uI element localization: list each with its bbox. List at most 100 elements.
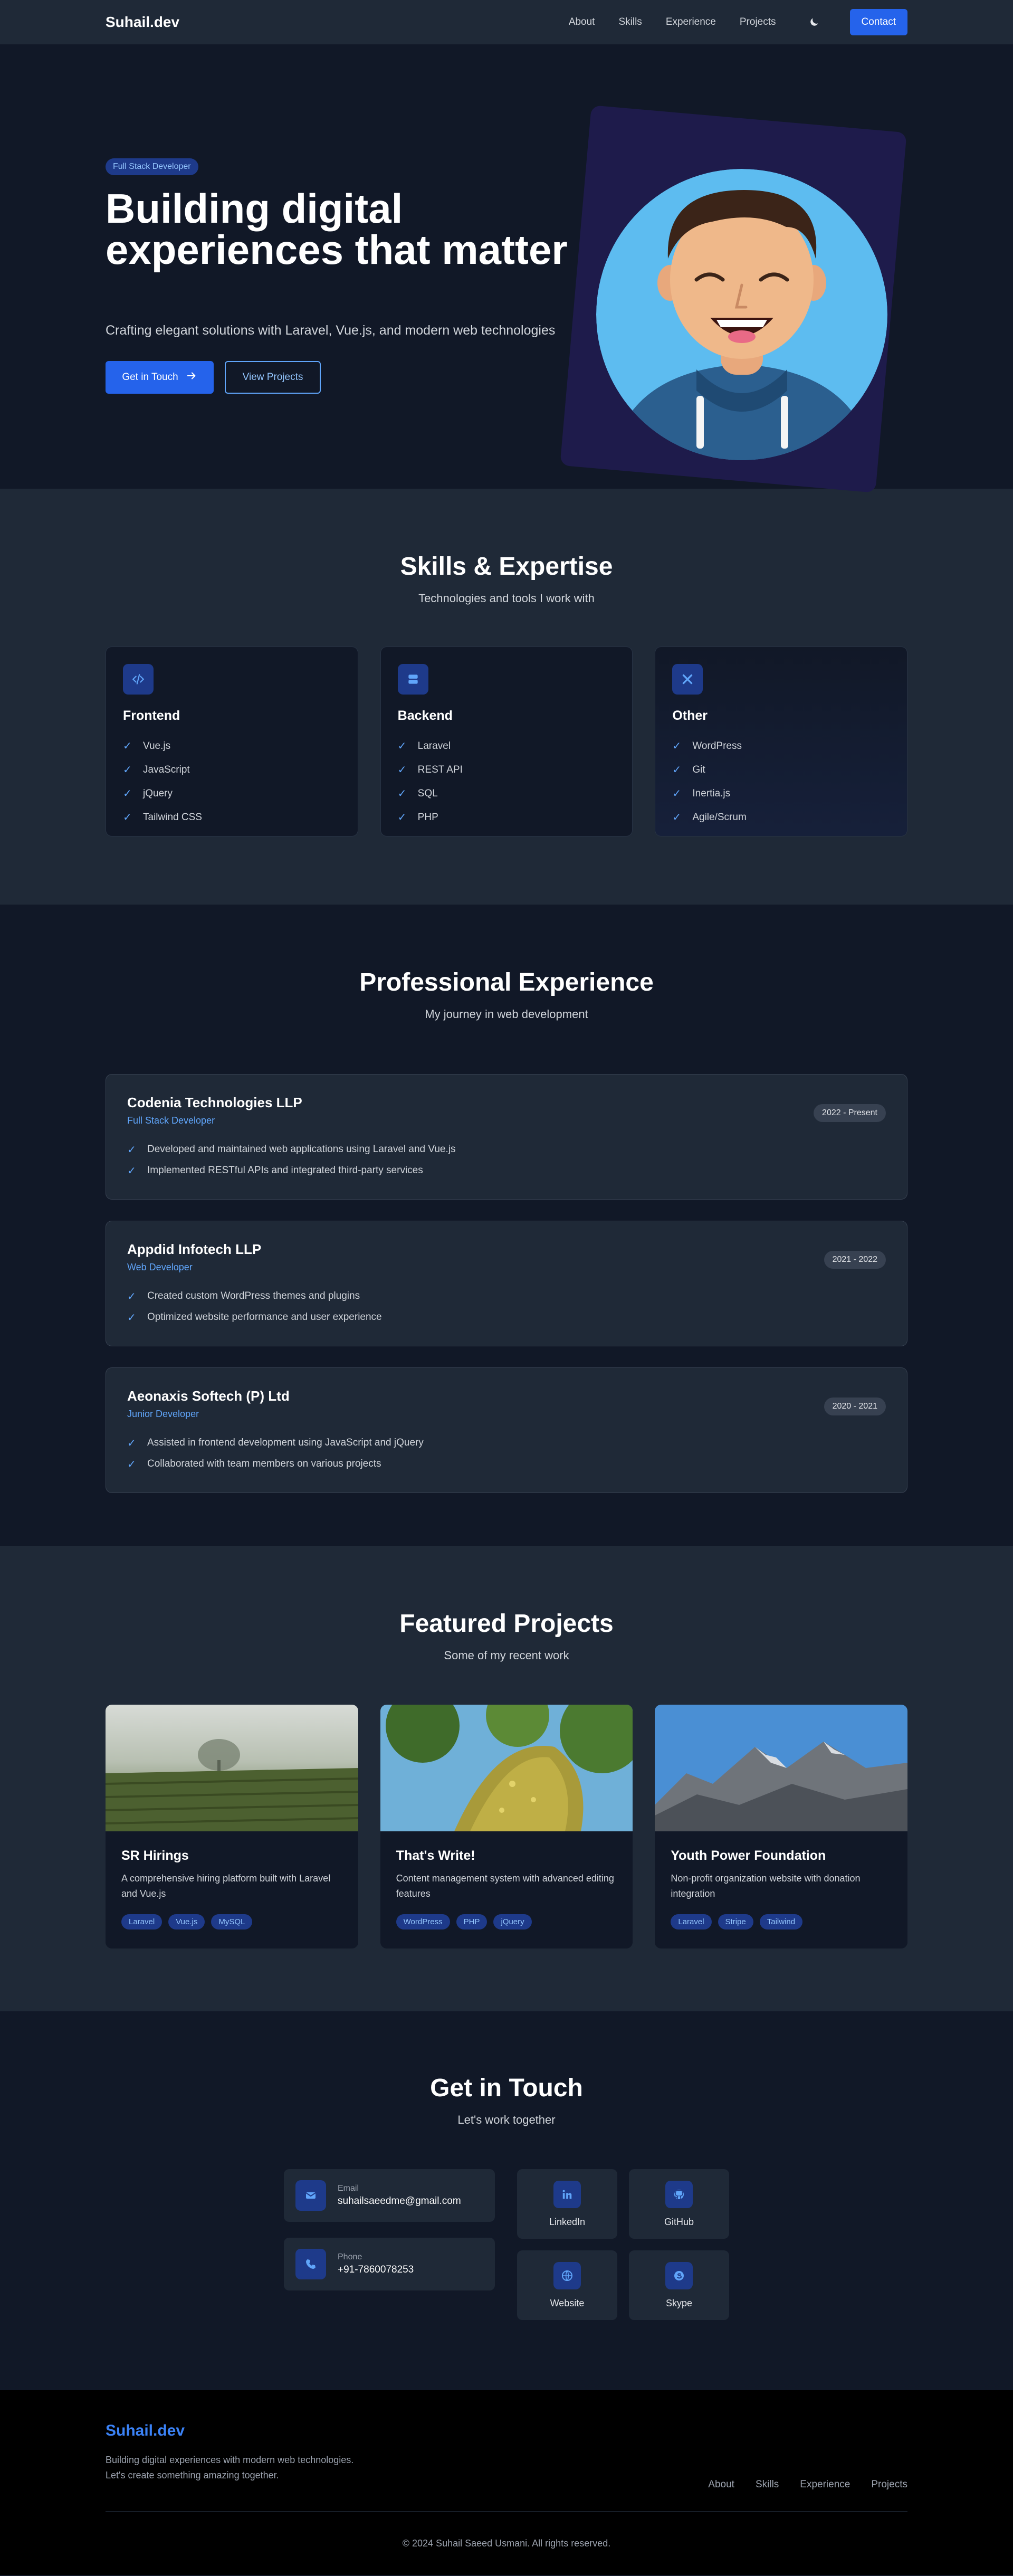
project-card[interactable]: That's Write! Content management system … [380,1705,633,1948]
project-title: That's Write! [396,1848,475,1863]
list-item: ✓ Tailwind CSS [123,805,341,829]
experience-points: ✓ Assisted in frontend development using … [127,1432,886,1475]
project-body: That's Write! Content management system … [380,1831,633,1946]
project-card[interactable]: SR Hirings A comprehensive hiring platfo… [106,1705,358,1948]
list-item: ✓ PHP [398,805,616,829]
get-in-touch-label: Get in Touch [122,372,178,383]
contact-button[interactable]: Contact [849,9,907,35]
project-body: Youth Power Foundation Non-profit organi… [655,1831,907,1946]
tag: jQuery [493,1914,532,1929]
tag: MySQL [211,1914,253,1929]
list-item: ✓ Agile/Scrum [672,805,890,829]
footer-link-skills[interactable]: Skills [756,2479,779,2511]
experience-subtitle: My journey in web development [425,1007,588,1021]
social-label: Website [550,2297,585,2308]
experience-title: Professional Experience [359,968,654,996]
experience-card: Appdid Infotech LLP Web Developer 2021 -… [106,1221,907,1346]
skill-title: Other [672,708,708,723]
skill-label: jQuery [143,787,173,799]
footer-link-about[interactable]: About [708,2479,734,2511]
period-badge: 2022 - Present [814,1104,886,1122]
skill-label: SQL [417,787,438,799]
view-projects-button[interactable]: View Projects [225,361,321,394]
skill-label: WordPress [692,740,742,752]
linkedin-link[interactable]: LinkedIn [517,2169,617,2239]
point-text: Optimized website performance and user e… [147,1311,382,1323]
project-body: SR Hirings A comprehensive hiring platfo… [106,1831,358,1946]
contact-title: Get in Touch [430,2074,583,2102]
github-link[interactable]: GitHub [629,2169,729,2239]
get-in-touch-button[interactable]: Get in Touch [106,361,214,394]
check-icon: ✓ [127,1290,136,1303]
moon-icon[interactable] [808,16,820,28]
phone-value[interactable]: +91-7860078253 [338,2264,414,2276]
check-icon: ✓ [123,788,132,800]
projects-section: Featured Projects Some of my recent work… [0,1546,1013,2011]
list-item: ✓ jQuery [123,782,341,805]
check-icon: ✓ [127,1144,136,1156]
list-item: ✓ Assisted in frontend development using … [127,1432,886,1453]
website-link[interactable]: Website [517,2250,617,2320]
experience-section: Professional Experience My journey in we… [0,905,1013,1546]
navbar: Suhail.dev About Skills Experience Proje… [0,0,1013,44]
skill-label: Git [692,764,705,775]
skill-card-backend: Backend ✓ Laravel ✓ REST API ✓ SQL ✓ PHP [380,647,633,837]
project-image-mountains [655,1705,908,1831]
skill-title: Backend [397,708,453,723]
code-icon [123,664,154,695]
project-image-tree [380,1705,633,1831]
check-icon: ✓ [672,812,682,823]
footer-tagline-line: Let's create something amazing together. [106,2470,279,2480]
project-card[interactable]: Youth Power Foundation Non-profit organi… [655,1705,908,1948]
nav-link-skills[interactable]: Skills [618,16,642,28]
check-icon: ✓ [127,1458,136,1470]
footer-brand[interactable]: Suhail.dev [106,2422,353,2440]
phone-item[interactable]: Phone +91-7860078253 [284,2238,495,2290]
github-icon [665,2180,693,2208]
check-icon: ✓ [123,812,132,823]
project-description: Content management system with advanced … [396,1873,614,1899]
nav-link-projects[interactable]: Projects [740,16,776,28]
project-image-field [106,1705,358,1831]
skills-title: Skills & Expertise [400,553,613,581]
server-icon [397,664,428,695]
list-item: ✓ Inertia.js [672,782,890,805]
experience-points: ✓ Created custom WordPress themes and plu… [127,1286,886,1328]
list-item: ✓ SQL [398,782,616,805]
footer-link-experience[interactable]: Experience [800,2479,850,2511]
footer: Suhail.dev Building digital experiences … [0,2390,1013,2575]
skill-card-other: Other ✓ WordPress ✓ Git ✓ Inertia.js ✓ Agile… [655,647,908,837]
project-title: SR Hirings [121,1848,189,1863]
email-value[interactable]: suhailsaeedme@gmail.com [338,2195,461,2207]
copyright: © 2024 Suhail Saeed Usmani. All rights r… [402,2538,611,2549]
envelope-icon [295,2180,326,2211]
project-tags: Laravel Stripe Tailwind [671,1914,892,1929]
projects-grid: SR Hirings A comprehensive hiring platfo… [106,1705,908,1948]
skill-label: Laravel [417,740,451,752]
skill-label: PHP [417,811,438,823]
project-title: Youth Power Foundation [671,1848,826,1863]
email-item[interactable]: Email suhailsaeedme@gmail.com [284,2169,495,2222]
check-icon: ✓ [397,812,407,823]
nav-link-experience[interactable]: Experience [666,16,716,28]
tag: Tailwind [759,1914,803,1929]
tag: Laravel [121,1914,163,1929]
skills-subtitle: Technologies and tools I work with [418,592,595,605]
list-item: ✓ WordPress [672,734,890,758]
skill-title: Frontend [123,708,180,723]
nav-link-about[interactable]: About [569,16,595,28]
check-icon: ✓ [127,1437,136,1449]
phone-icon [295,2249,326,2279]
brand-logo[interactable]: Suhail.dev [106,14,179,31]
projects-subtitle: Some of my recent work [444,1649,569,1662]
check-icon: ✓ [123,740,132,752]
list-item: ✓ Git [672,758,890,782]
footer-link-projects[interactable]: Projects [871,2479,907,2511]
list-item: ✓ Vue.js [123,734,341,758]
skill-label: Tailwind CSS [143,811,202,823]
contact-details: Email suhailsaeedme@gmail.com Phone +91-… [284,2169,495,2320]
list-item: ✓ Optimized website performance and user … [127,1307,886,1328]
list-item: ✓ Developed and maintained web applicatio… [127,1139,886,1160]
list-item: ✓ Collaborated with team members on vario… [127,1453,886,1475]
skype-link[interactable]: Skype [629,2250,729,2320]
